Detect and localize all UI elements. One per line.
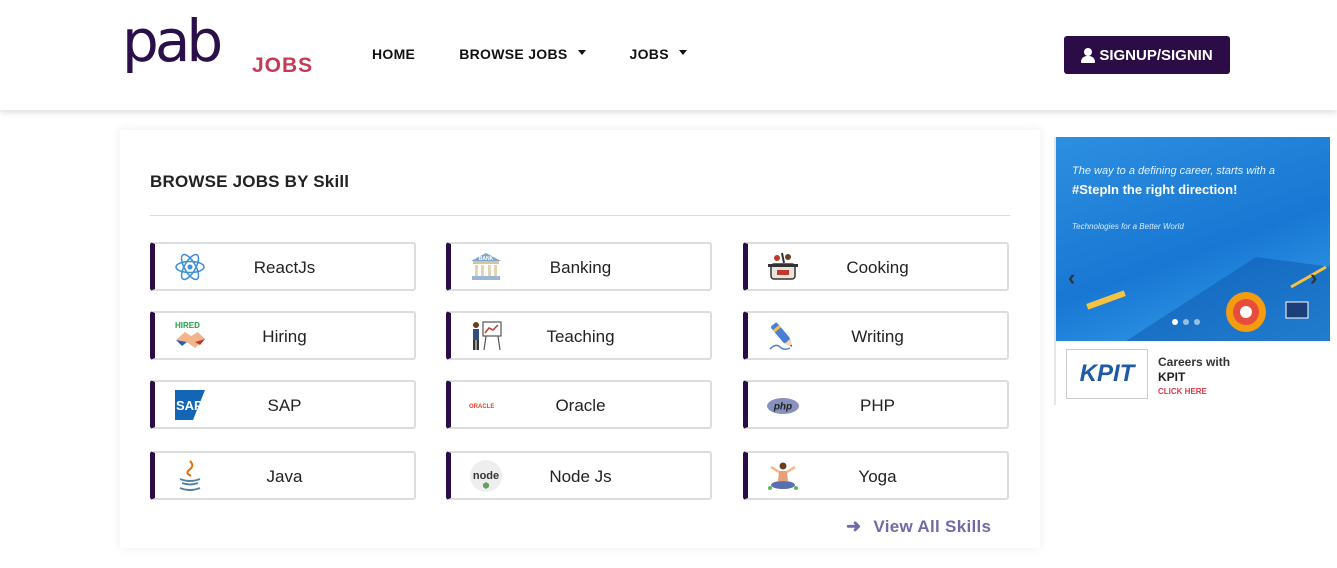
nav-home[interactable]: HOME: [372, 46, 415, 62]
nav-browse-jobs[interactable]: BROWSE JOBS: [459, 46, 586, 62]
skill-card-nodejs[interactable]: node Node Js: [446, 451, 712, 500]
kpit-ad-banner[interactable]: The way to a defining career, starts wit…: [1054, 137, 1330, 405]
section-title: BROWSE JOBS BY Skill: [150, 172, 350, 191]
banner-headline: #StepIn the right direction!: [1072, 182, 1238, 197]
skill-label: PHP: [860, 396, 895, 415]
skill-card-cooking[interactable]: Cooking: [743, 242, 1009, 291]
chevron-right-icon[interactable]: ›: [1310, 265, 1317, 291]
main-nav: HOME BROWSE JOBS JOBS: [372, 46, 731, 62]
carousel-dot[interactable]: [1183, 319, 1189, 325]
carousel-dot[interactable]: [1172, 319, 1178, 325]
signup-signin-button[interactable]: SIGNUP/SIGNIN: [1064, 36, 1230, 74]
arrow-right-icon: ➜: [846, 516, 862, 536]
skill-card-php[interactable]: php PHP: [743, 380, 1009, 429]
caret-down-icon: [678, 49, 687, 55]
skill-label: Java: [266, 467, 303, 486]
careers-with-text: Careers with: [1158, 355, 1231, 369]
browse-skills-card: BROWSE JOBS BY Skill ReactJs BANK Bankin…: [120, 130, 1040, 548]
skill-label: Node Js: [549, 467, 612, 486]
skill-card-java[interactable]: Java: [150, 451, 416, 500]
signup-signin-label: SIGNUP/SIGNIN: [1099, 46, 1213, 64]
nav-home-label: HOME: [372, 46, 416, 62]
click-here-link[interactable]: CLICK HERE: [1158, 387, 1207, 396]
view-all-skills-link[interactable]: ➜ View All Skills: [846, 516, 991, 537]
skill-label: Writing: [851, 327, 904, 346]
banner-image: The way to a defining career, starts wit…: [1056, 137, 1330, 341]
carousel-dots: [1172, 319, 1200, 325]
banner-tagline: The way to a defining career, starts wit…: [1072, 165, 1275, 177]
skill-label: ReactJs: [253, 258, 316, 277]
skill-label: Cooking: [846, 258, 909, 277]
chevron-left-icon[interactable]: ‹: [1068, 265, 1075, 291]
caret-down-icon: [577, 49, 586, 55]
skill-label: Teaching: [546, 327, 615, 346]
logo-jobs-text: JOBS: [252, 54, 314, 77]
skill-card-teaching[interactable]: Teaching: [446, 311, 712, 360]
skill-label: SAP: [267, 396, 302, 415]
skill-card-writing[interactable]: Writing: [743, 311, 1009, 360]
kpit-logo: KPIT: [1066, 349, 1148, 399]
skill-card-reactjs[interactable]: ReactJs: [150, 242, 416, 291]
banner-subtag: Technologies for a Better World: [1072, 222, 1184, 231]
site-header: pab JOBS HOME BROWSE JOBS JOBS SIGNUP/SI…: [0, 0, 1337, 110]
skill-card-sap[interactable]: SAP SAP: [150, 380, 416, 429]
nav-jobs[interactable]: JOBS: [630, 46, 687, 62]
nav-jobs-label: JOBS: [629, 46, 669, 62]
skill-label: Hiring: [262, 327, 307, 346]
user-icon: [1081, 48, 1096, 63]
carousel-dot[interactable]: [1194, 319, 1200, 325]
skill-card-yoga[interactable]: Yoga: [743, 451, 1009, 500]
view-all-skills-label: View All Skills: [873, 516, 992, 536]
skill-label: Oracle: [555, 396, 606, 415]
skill-card-oracle[interactable]: ORACLE Oracle: [446, 380, 712, 429]
site-logo[interactable]: pab JOBS: [122, 12, 322, 88]
skill-label: Banking: [549, 258, 612, 277]
skill-label: Yoga: [858, 467, 897, 486]
logo-wordmark: pab: [122, 7, 223, 75]
skill-card-banking[interactable]: BANK Banking: [446, 242, 712, 291]
skill-card-hiring[interactable]: HIRED Hiring: [150, 311, 416, 360]
divider: [150, 215, 1010, 216]
nav-browse-jobs-label: BROWSE JOBS: [459, 46, 568, 62]
careers-company-text: KPIT: [1158, 370, 1186, 384]
